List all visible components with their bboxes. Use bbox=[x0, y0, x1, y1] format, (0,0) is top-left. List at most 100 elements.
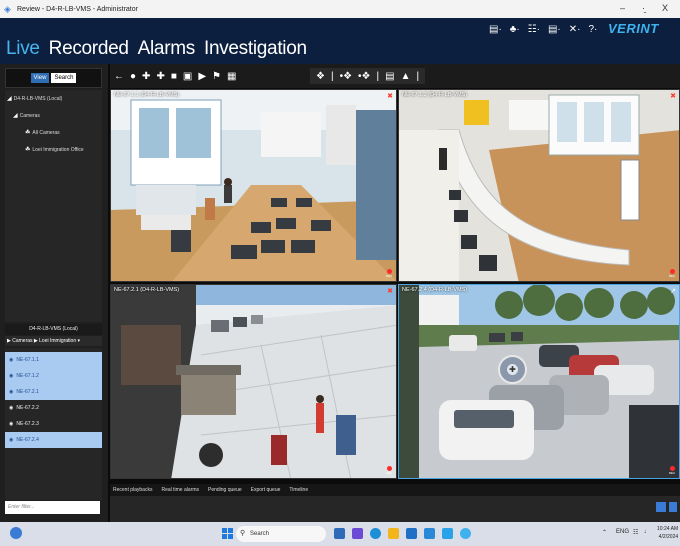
app-icon-1[interactable] bbox=[442, 528, 453, 539]
tile-label: NE-67.1.1 (D4-R-LB-VMS) bbox=[114, 92, 180, 98]
left-panel: View Search ◢ D4-R-LB-VMS (Local) ◢ Camera… bbox=[0, 64, 108, 522]
separator-icon: | bbox=[330, 70, 334, 82]
ptz-joystick[interactable]: ✚ bbox=[498, 355, 527, 384]
camera-feed-image bbox=[399, 285, 679, 478]
help-menu-icon[interactable]: ?· bbox=[588, 24, 597, 35]
task-view-icon[interactable] bbox=[334, 528, 345, 539]
play-icon[interactable]: ▶ bbox=[198, 71, 206, 82]
layout-toggle-icon[interactable] bbox=[656, 502, 666, 512]
search-button[interactable]: Search bbox=[51, 73, 77, 83]
tools-menu-icon[interactable]: ✕· bbox=[569, 24, 581, 35]
record-indicator: REC bbox=[385, 466, 393, 475]
tab-pending-queue[interactable]: Pending queue bbox=[208, 487, 242, 493]
ptz-control-icon[interactable]: ❖ bbox=[316, 71, 325, 82]
search-icon: ⚲ bbox=[240, 530, 246, 537]
minimize-button[interactable]: – bbox=[620, 3, 625, 13]
outlook-icon[interactable] bbox=[424, 528, 435, 539]
tab-alarms[interactable]: Alarms bbox=[138, 38, 196, 60]
separator-icon: | bbox=[376, 70, 380, 82]
tree-node-loei-immigration[interactable]: ☘ Loei Immigration Office bbox=[25, 146, 84, 153]
server-icon: ◢ bbox=[7, 96, 12, 102]
snapshot-icon[interactable]: ■ bbox=[171, 71, 177, 82]
camera-item-ne-67-2-4[interactable]: ◉ NE-67.2.4 bbox=[5, 432, 102, 448]
video-toolbar: ← ● ✚ ✚ ■ ▣ ▶ ⚑ ▦ ❖ | •❖ •❖ | ▤ ▲ | bbox=[110, 64, 680, 88]
record-icon[interactable]: ● bbox=[130, 71, 136, 82]
back-icon[interactable]: ← bbox=[114, 71, 124, 82]
layout-icon[interactable]: ▦ bbox=[227, 71, 236, 82]
tab-live[interactable]: Live bbox=[6, 38, 40, 60]
chat-icon[interactable] bbox=[352, 528, 363, 539]
tab-recorded[interactable]: Recorded bbox=[49, 38, 129, 60]
close-tile-icon[interactable]: ✖ bbox=[387, 287, 393, 295]
video-tile-ne-67-1-1[interactable]: NE-67.1.1 (D4-R-LB-VMS) ✖ REC bbox=[110, 89, 397, 282]
video-tile-ne-67-2-4[interactable]: NE-67.2.4 (D4-R-LB-VMS) ↗ REC bbox=[398, 284, 680, 479]
display-menu-icon[interactable]: ▤· bbox=[548, 24, 561, 35]
network-icon[interactable]: ☷ bbox=[633, 529, 638, 536]
expand-tile-icon[interactable]: ↗ bbox=[670, 287, 676, 295]
tab-investigation[interactable]: Investigation bbox=[204, 38, 307, 60]
zoom-out-icon[interactable]: •❖ bbox=[340, 71, 352, 82]
video-tile-ne-67-2-1[interactable]: NE-67.2.1 (D4-R-LB-VMS) ✖ REC bbox=[110, 284, 397, 479]
taskbar-search-input[interactable]: ⚲ Search bbox=[236, 526, 326, 542]
file-explorer-icon[interactable] bbox=[388, 528, 399, 539]
record-indicator: REC bbox=[668, 466, 676, 475]
bookmark-icon[interactable]: ⚑ bbox=[212, 71, 221, 82]
widgets-icon[interactable] bbox=[10, 527, 22, 539]
view-button[interactable]: View bbox=[30, 73, 50, 83]
camera-item-ne-67-1-1[interactable]: ◉ NE-67.1.1 bbox=[5, 352, 102, 368]
start-icon[interactable] bbox=[222, 528, 233, 539]
zoom-in-icon[interactable]: •❖ bbox=[358, 71, 370, 82]
window-titlebar: ◈ Review - D4-R-LB-VMS - Administrator bbox=[0, 0, 680, 18]
camera-icon: ◉ bbox=[9, 357, 14, 363]
tab-real-time-alarms[interactable]: Real time alarms bbox=[161, 487, 199, 493]
edge-icon[interactable] bbox=[370, 528, 381, 539]
monitor-icon[interactable]: ▣ bbox=[183, 71, 192, 82]
toolbar-left-group: ← ● ✚ ✚ ■ ▣ ▶ ⚑ ▦ bbox=[114, 68, 236, 84]
camera-item-ne-67-1-2[interactable]: ◉ NE-67.1.2 bbox=[5, 368, 102, 384]
camera-breadcrumb[interactable]: ▶ Cameras ▶ Loei Immigration ▾ bbox=[5, 336, 102, 346]
volume-icon[interactable]: ♩ bbox=[644, 529, 650, 535]
record-indicator: REC bbox=[668, 269, 676, 278]
app-icon: ◈ bbox=[4, 4, 11, 14]
ptz-select-icon[interactable]: ✚ bbox=[156, 71, 164, 82]
status-bar bbox=[110, 496, 680, 522]
windows-taskbar: ⚲ Search ⌃ ENG ☷ ♩ 10:24 AM 4/2/2024 bbox=[0, 522, 680, 546]
tab-timeline[interactable]: Timeline bbox=[289, 487, 308, 493]
verint-logo: VERINT bbox=[608, 21, 659, 36]
tour-icon[interactable]: ▲ bbox=[401, 71, 411, 82]
tree-node-server[interactable]: ◢ D4-R-LB-VMS (Local) bbox=[7, 95, 62, 102]
tree-node-all-cameras[interactable]: ☘ All Cameras bbox=[25, 129, 60, 136]
record-indicator: REC bbox=[385, 269, 393, 278]
camera-item-ne-67-2-3[interactable]: ◉ NE-67.2.3 bbox=[5, 416, 102, 432]
grid-menu-icon[interactable]: ☷· bbox=[528, 24, 540, 35]
tab-recent-playbacks[interactable]: Recent playbacks bbox=[113, 487, 152, 493]
tray-overflow-icon[interactable]: ⌃ bbox=[602, 529, 607, 536]
layout-menu-icon[interactable]: ▤· bbox=[489, 24, 502, 35]
view-search-toggle: View Search bbox=[5, 68, 102, 88]
language-indicator[interactable]: ENG bbox=[616, 529, 629, 535]
video-tile-ne-67-1-2[interactable]: NE-67.1.2 (D4-R-LB-VMS) ✖ REC bbox=[398, 89, 680, 282]
camera-item-ne-67-2-1[interactable]: ◉ NE-67.2.1 bbox=[5, 384, 102, 400]
verint-app-icon[interactable] bbox=[460, 528, 471, 539]
filter-input[interactable]: Enter filter... bbox=[5, 501, 100, 514]
group-icon: ☘ bbox=[25, 130, 31, 136]
tree-node-cameras[interactable]: ◢ Cameras bbox=[13, 112, 40, 119]
close-tile-icon[interactable]: ✖ bbox=[387, 92, 393, 100]
camera-feed-image bbox=[399, 90, 679, 281]
main-nav: Live Recorded Alarms Investigation bbox=[6, 38, 307, 60]
ptz-icon[interactable]: ✚ bbox=[142, 71, 150, 82]
ptz-center-icon[interactable]: ✚ bbox=[507, 364, 518, 375]
panel-toggle-icon[interactable] bbox=[669, 502, 677, 512]
users-menu-icon[interactable]: ♣· bbox=[510, 24, 520, 35]
close-window-button[interactable]: X bbox=[662, 3, 668, 13]
system-clock[interactable]: 10:24 AM 4/2/2024 bbox=[657, 525, 678, 541]
maximize-button[interactable]: ·̱ bbox=[642, 3, 645, 13]
camera-feed-image bbox=[111, 90, 396, 281]
cameras-folder-icon: ◢ bbox=[13, 113, 18, 119]
camera-item-ne-67-2-2[interactable]: ◉ NE-67.2.2 bbox=[5, 400, 102, 416]
store-icon[interactable] bbox=[406, 528, 417, 539]
bottom-tabs: Recent playbacks Real time alarms Pendin… bbox=[110, 484, 680, 496]
tab-export-queue[interactable]: Export queue bbox=[251, 487, 281, 493]
preset-icon[interactable]: ▤ bbox=[385, 71, 394, 82]
close-tile-icon[interactable]: ✖ bbox=[670, 92, 676, 100]
